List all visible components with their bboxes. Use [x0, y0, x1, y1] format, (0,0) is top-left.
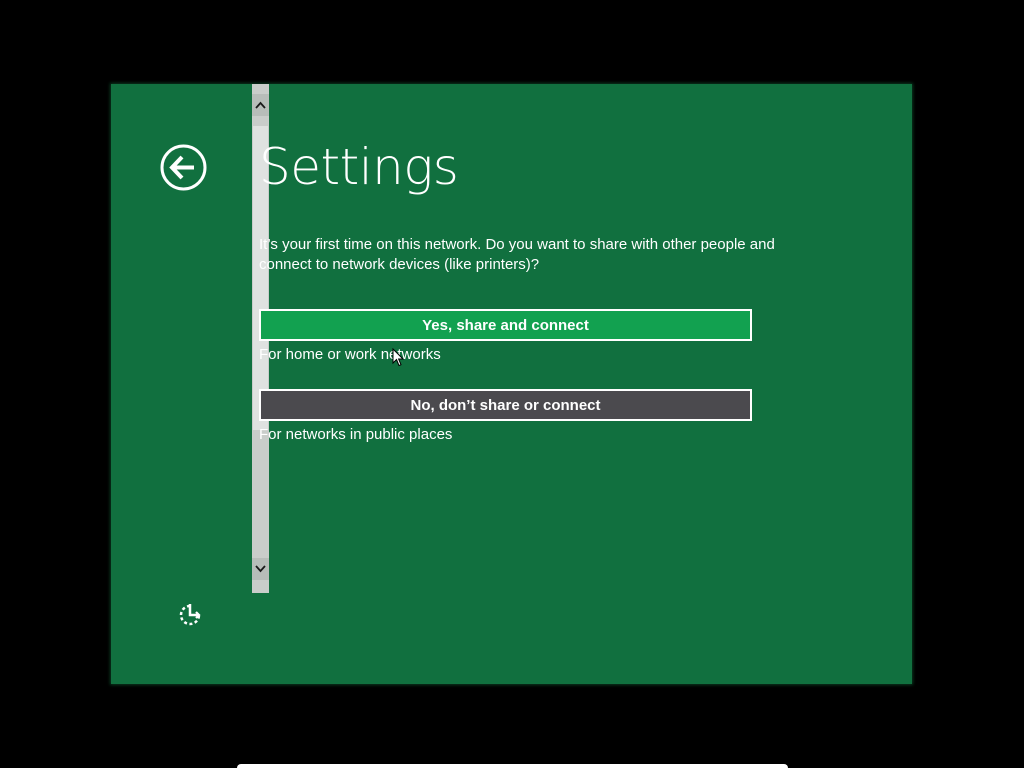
setup-panel: Settings It’s your first time on this ne… — [111, 84, 912, 684]
scroll-down-button[interactable] — [252, 558, 269, 580]
back-button[interactable] — [160, 144, 207, 191]
ease-of-access-button[interactable] — [175, 600, 205, 630]
yes-share-hint: For home or work networks — [259, 346, 441, 363]
scroll-up-button[interactable] — [252, 94, 269, 116]
mouse-cursor-icon — [392, 348, 405, 367]
bottom-edge-bar — [237, 764, 788, 768]
chevron-down-icon — [255, 565, 266, 573]
screen: Settings It’s your first time on this ne… — [0, 0, 1024, 768]
page-title: Settings — [259, 138, 459, 196]
yes-share-button[interactable]: Yes, share and connect — [259, 309, 752, 341]
back-arrow-icon — [160, 144, 207, 191]
network-sharing-prompt: It’s your first time on this network. Do… — [259, 236, 775, 273]
no-share-button[interactable]: No, don’t share or connect — [259, 389, 752, 421]
no-share-hint: For networks in public places — [259, 426, 453, 443]
ease-of-access-icon — [179, 604, 201, 626]
chevron-up-icon — [255, 101, 266, 109]
